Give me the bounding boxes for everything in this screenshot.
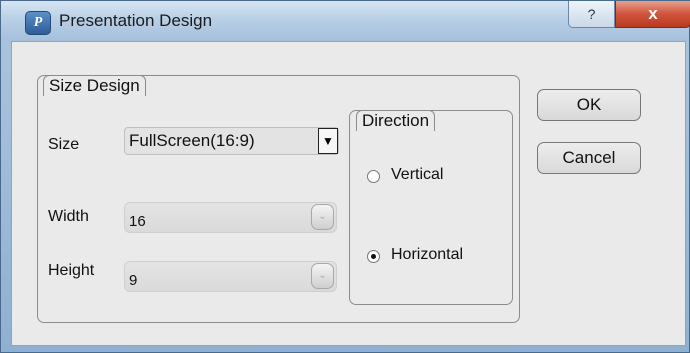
height-label: Height [48, 262, 95, 279]
presentation-design-dialog: P Presentation Design ? x Size Design Si… [0, 0, 690, 353]
radio-horizontal[interactable] [367, 250, 380, 263]
width-spinbox[interactable]: 16 ⌄ [124, 202, 337, 233]
width-label: Width [48, 208, 89, 225]
ok-button[interactable]: OK [537, 89, 641, 121]
direction-group: Direction Vertical Horizontal [349, 110, 513, 305]
horizontal-label[interactable]: Horizontal [391, 246, 463, 264]
title-bar[interactable]: P Presentation Design ? x [1, 1, 690, 41]
spin-arrow-icon[interactable]: ⌄ [311, 263, 334, 289]
radio-vertical[interactable] [367, 170, 380, 183]
help-button[interactable]: ? [568, 1, 615, 28]
spin-arrow-icon[interactable]: ⌄ [311, 204, 334, 230]
width-value: 16 [129, 213, 146, 230]
size-label: Size [48, 136, 80, 153]
size-design-legend: Size Design [43, 75, 146, 96]
cancel-button[interactable]: Cancel [537, 142, 641, 174]
app-logo-icon: P [25, 11, 51, 35]
size-dropdown[interactable]: FullScreen(16:9) ▼ [124, 127, 339, 155]
vertical-label[interactable]: Vertical [391, 166, 443, 184]
size-dropdown-value: FullScreen(16:9) [129, 131, 255, 150]
size-design-group: Size Design Size FullScreen(16:9) ▼ Widt… [37, 75, 520, 323]
close-button[interactable]: x [615, 1, 690, 28]
height-value: 9 [129, 272, 138, 289]
dialog-body: Size Design Size FullScreen(16:9) ▼ Widt… [11, 41, 686, 346]
direction-legend: Direction [356, 110, 436, 131]
height-spinbox[interactable]: 9 ⌄ [124, 261, 337, 292]
window-title: Presentation Design [59, 11, 213, 30]
chevron-down-icon[interactable]: ▼ [318, 128, 338, 154]
